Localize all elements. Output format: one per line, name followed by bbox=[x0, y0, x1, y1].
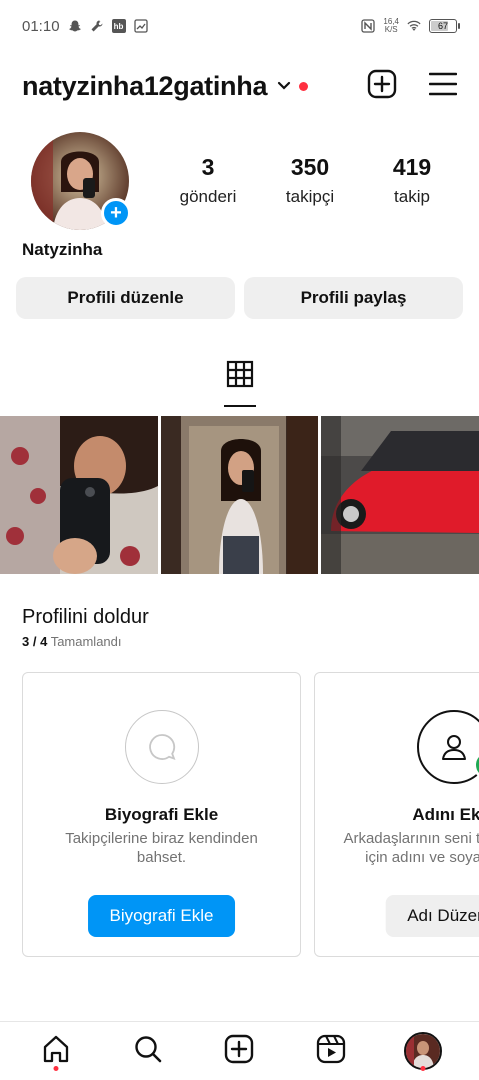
stat-followers[interactable]: 350 takipçi bbox=[262, 154, 358, 207]
nav-home[interactable] bbox=[32, 1027, 80, 1075]
notification-dot bbox=[299, 81, 309, 91]
complete-profile-title: Profilini doldur bbox=[22, 606, 149, 628]
post-thumbnail[interactable] bbox=[160, 416, 319, 574]
profile-actions: Profili düzenle Profili paylaş bbox=[16, 277, 463, 319]
username-switcher[interactable]: natyzinha12gatinha bbox=[22, 71, 267, 102]
stat-value: 419 bbox=[392, 154, 432, 180]
profile-header: natyzinha12gatinha bbox=[0, 60, 479, 112]
edit-profile-button[interactable]: Profili düzenle bbox=[16, 277, 235, 319]
progress-suffix: Tamamlandı bbox=[50, 634, 122, 649]
complete-profile-progress: 3 / 4 Tamamlandı bbox=[22, 634, 122, 649]
notification-dot bbox=[420, 1066, 426, 1071]
status-bar: 01:10 hb 16,4 K/S 67 bbox=[0, 0, 479, 52]
wifi-icon bbox=[407, 19, 421, 33]
nav-profile[interactable] bbox=[399, 1027, 447, 1075]
card-description: Arkadaşlarının seni tanıyabilmesi için a… bbox=[343, 830, 479, 866]
stat-label: gönderi bbox=[179, 187, 237, 206]
stat-label: takipçi bbox=[285, 187, 335, 206]
menu-icon[interactable] bbox=[428, 71, 458, 102]
post-thumbnail[interactable] bbox=[0, 416, 158, 574]
create-icon bbox=[224, 1034, 254, 1069]
edit-name-button[interactable]: Adı Düzenle bbox=[385, 895, 479, 937]
stat-posts[interactable]: 3 gönderi bbox=[160, 154, 256, 207]
grid-icon bbox=[226, 360, 254, 393]
hb-app-icon: hb bbox=[111, 19, 126, 33]
nav-create[interactable] bbox=[215, 1027, 263, 1075]
complete-profile-cards: Biyografi Ekle Takipçilerine biraz kendi… bbox=[22, 672, 479, 958]
card-title: Adını Ekle bbox=[412, 805, 479, 824]
create-post-icon[interactable] bbox=[367, 69, 397, 104]
user-icon bbox=[416, 710, 479, 784]
card-title: Biyografi Ekle bbox=[104, 805, 219, 824]
home-icon bbox=[41, 1034, 71, 1069]
network-speed-unit: K/S bbox=[384, 25, 398, 34]
card-add-bio: Biyografi Ekle Takipçilerine biraz kendi… bbox=[22, 672, 301, 957]
stat-label: takip bbox=[394, 187, 430, 206]
chevron-down-icon[interactable] bbox=[277, 79, 291, 93]
post-thumbnail[interactable] bbox=[321, 416, 479, 574]
profile-avatar[interactable]: + bbox=[31, 132, 131, 230]
snapchat-icon bbox=[68, 19, 82, 33]
completed-badge bbox=[472, 750, 479, 780]
share-profile-button[interactable]: Profili paylaş bbox=[244, 277, 463, 319]
stat-value: 350 bbox=[290, 154, 330, 180]
progress-count: 3 / 4 bbox=[22, 634, 48, 649]
stat-following[interactable]: 419 takip bbox=[364, 154, 460, 207]
profile-stats: 3 gönderi 350 takipçi 419 takip bbox=[160, 154, 460, 207]
bottom-navigation bbox=[0, 1021, 479, 1080]
posts-grid bbox=[0, 416, 479, 574]
nav-reels[interactable] bbox=[307, 1027, 355, 1075]
add-story-button[interactable]: + bbox=[101, 198, 131, 228]
active-tab-indicator bbox=[223, 405, 256, 407]
wrench-icon bbox=[90, 19, 104, 33]
network-speed: 16,4 K/S bbox=[383, 18, 399, 34]
display-name: Natyzinha bbox=[22, 240, 103, 259]
avatar bbox=[404, 1032, 443, 1070]
reels-icon bbox=[316, 1034, 346, 1069]
tab-posts-grid[interactable] bbox=[0, 360, 479, 414]
status-time: 01:10 bbox=[22, 17, 60, 35]
trend-icon bbox=[133, 19, 148, 33]
notification-dot bbox=[53, 1066, 59, 1071]
search-icon bbox=[133, 1034, 163, 1069]
battery-level: 67 bbox=[437, 21, 448, 31]
card-add-name: Adını Ekle Arkadaşlarının seni tanıyabil… bbox=[314, 672, 479, 957]
add-bio-button[interactable]: Biyografi Ekle bbox=[87, 895, 236, 937]
card-description: Takipçilerine biraz kendinden bahset. bbox=[65, 830, 258, 866]
stat-value: 3 bbox=[201, 154, 215, 180]
battery-indicator: 67 bbox=[429, 19, 460, 33]
nav-search[interactable] bbox=[124, 1027, 172, 1075]
speech-bubble-icon bbox=[124, 710, 199, 784]
nfc-icon bbox=[361, 19, 376, 33]
